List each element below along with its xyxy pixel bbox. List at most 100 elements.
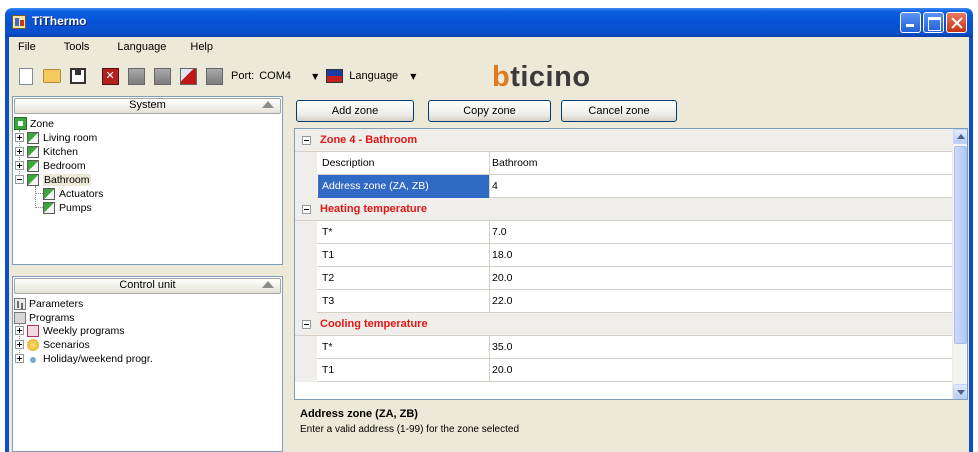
tree-item-kitchen[interactable]: Kitchen [15, 145, 78, 158]
property-row-heating-t-star[interactable]: T* 7.0 [295, 221, 955, 244]
zone-icon [27, 173, 39, 186]
close-button[interactable] [946, 12, 967, 33]
brand-logo: bticino [492, 61, 591, 94]
property-value[interactable]: 22.0 [492, 295, 512, 307]
property-value[interactable]: 20.0 [492, 364, 512, 376]
collapse-category-icon[interactable] [302, 320, 311, 329]
open-folder-icon [43, 69, 61, 83]
delete-icon [101, 67, 119, 85]
property-row-heating-t2[interactable]: T2 20.0 [295, 267, 955, 290]
vertical-scrollbar[interactable] [952, 129, 967, 399]
tree-item-actuators[interactable]: Actuators [40, 187, 103, 200]
tree-item-bathroom[interactable]: Bathroom [15, 173, 91, 186]
delete-button[interactable] [97, 63, 123, 89]
tree-item-parameters[interactable]: Parameters [14, 297, 83, 310]
category-zone[interactable]: Zone 4 - Bathroom [295, 129, 955, 152]
receive-icon [127, 67, 145, 85]
property-value[interactable]: 20.0 [492, 272, 512, 284]
zone-icon [27, 131, 39, 144]
title-bar[interactable]: TiThermo [5, 8, 973, 37]
brand-logo-rest: ticino [510, 61, 591, 93]
expand-icon[interactable] [15, 354, 24, 363]
tree-item-scenarios[interactable]: Scenarios [15, 338, 90, 351]
category-cooling[interactable]: Cooling temperature [295, 313, 955, 336]
save-button[interactable] [65, 63, 91, 89]
tree-item-label: Kitchen [43, 145, 79, 158]
property-value[interactable]: 35.0 [492, 341, 512, 353]
property-value[interactable]: 7.0 [492, 226, 507, 238]
zone-icon [14, 117, 27, 130]
menu-language[interactable]: Language [108, 41, 177, 53]
collapse-category-icon[interactable] [302, 136, 311, 145]
property-name: T2 [318, 267, 490, 290]
property-row-cooling-t-star[interactable]: T* 35.0 [295, 336, 955, 359]
property-row-cooling-t1[interactable]: T1 20.0 [295, 359, 955, 382]
new-button[interactable] [13, 63, 39, 89]
port-select[interactable]: COM4 ▼ [258, 66, 320, 86]
control-unit-panel-header[interactable]: Control unit [14, 278, 281, 294]
tree-item-holiday-program[interactable]: Holiday/weekend progr. [15, 352, 153, 365]
open-button[interactable] [39, 63, 65, 89]
language-select[interactable]: Language ▼ [349, 70, 416, 82]
expand-icon[interactable] [15, 133, 24, 142]
receive-button[interactable] [123, 63, 149, 89]
chevron-down-icon: ▼ [410, 71, 417, 81]
copy-zone-button[interactable]: Copy zone [428, 100, 551, 122]
property-row-description[interactable]: Description Bathroom [295, 152, 955, 175]
collapse-icon[interactable] [262, 101, 274, 108]
send-button[interactable] [149, 63, 175, 89]
programs-icon [14, 311, 26, 324]
expand-icon[interactable] [15, 147, 24, 156]
category-label: Zone 4 - Bathroom [320, 134, 418, 146]
window-title: TiThermo [32, 14, 87, 28]
property-row-heating-t1[interactable]: T1 18.0 [295, 244, 955, 267]
cancel-zone-button[interactable]: Cancel zone [561, 100, 677, 122]
scroll-up-arrow-icon[interactable] [953, 129, 967, 144]
print-button[interactable] [201, 63, 227, 89]
app-icon [12, 15, 26, 29]
category-label: Cooling temperature [320, 318, 428, 330]
property-value[interactable]: 18.0 [492, 249, 512, 261]
property-name: T1 [318, 359, 490, 382]
flag-icon [326, 69, 344, 83]
minimize-button[interactable] [900, 12, 921, 33]
expand-icon[interactable] [15, 340, 24, 349]
tree-item-programs[interactable]: Programs [14, 311, 75, 324]
tree-item-weekly-programs[interactable]: Weekly programs [15, 324, 125, 337]
tree-item-label: Parameters [29, 297, 84, 310]
menu-tools[interactable]: Tools [55, 41, 101, 53]
add-zone-button[interactable]: Add zone [296, 100, 414, 122]
tree-item-zone[interactable]: Zone [14, 117, 54, 130]
window-frame-right [969, 37, 973, 452]
actuator-icon [43, 187, 55, 200]
expand-icon[interactable] [15, 161, 24, 170]
scrollbar-thumb[interactable] [954, 146, 967, 344]
maximize-button[interactable] [923, 12, 944, 33]
row-gutter [295, 359, 317, 382]
tree-item-bedroom[interactable]: Bedroom [15, 159, 86, 172]
property-row-heating-t3[interactable]: T3 22.0 [295, 290, 955, 313]
collapse-category-icon[interactable] [302, 205, 311, 214]
tree-item-living-room[interactable]: Living room [15, 131, 97, 144]
expand-icon[interactable] [15, 326, 24, 335]
property-value[interactable]: Bathroom [492, 157, 538, 169]
tree-item-label: Bedroom [43, 159, 86, 172]
transmit-button[interactable] [175, 63, 201, 89]
system-panel-header[interactable]: System [14, 98, 281, 114]
property-grid: Zone 4 - Bathroom Description Bathroom A… [294, 128, 968, 400]
property-name: Address zone (ZA, ZB) [318, 175, 490, 198]
menu-file[interactable]: File [9, 41, 47, 53]
property-value[interactable]: 4 [492, 180, 498, 192]
menu-help[interactable]: Help [181, 41, 224, 53]
system-panel: System Zone Living room Kitchen Bedroom … [12, 96, 283, 265]
collapse-node-icon[interactable] [15, 175, 24, 184]
scroll-down-arrow-icon[interactable] [953, 384, 967, 399]
category-heating[interactable]: Heating temperature [295, 198, 955, 221]
scenario-icon [27, 338, 39, 351]
property-row-address-zone[interactable]: Address zone (ZA, ZB) 4 [295, 175, 955, 198]
port-label: Port: [231, 70, 255, 82]
tree-item-pumps[interactable]: Pumps [40, 201, 92, 214]
row-gutter [295, 336, 317, 359]
collapse-icon[interactable] [262, 281, 274, 288]
brand-logo-initial: b [492, 61, 511, 93]
